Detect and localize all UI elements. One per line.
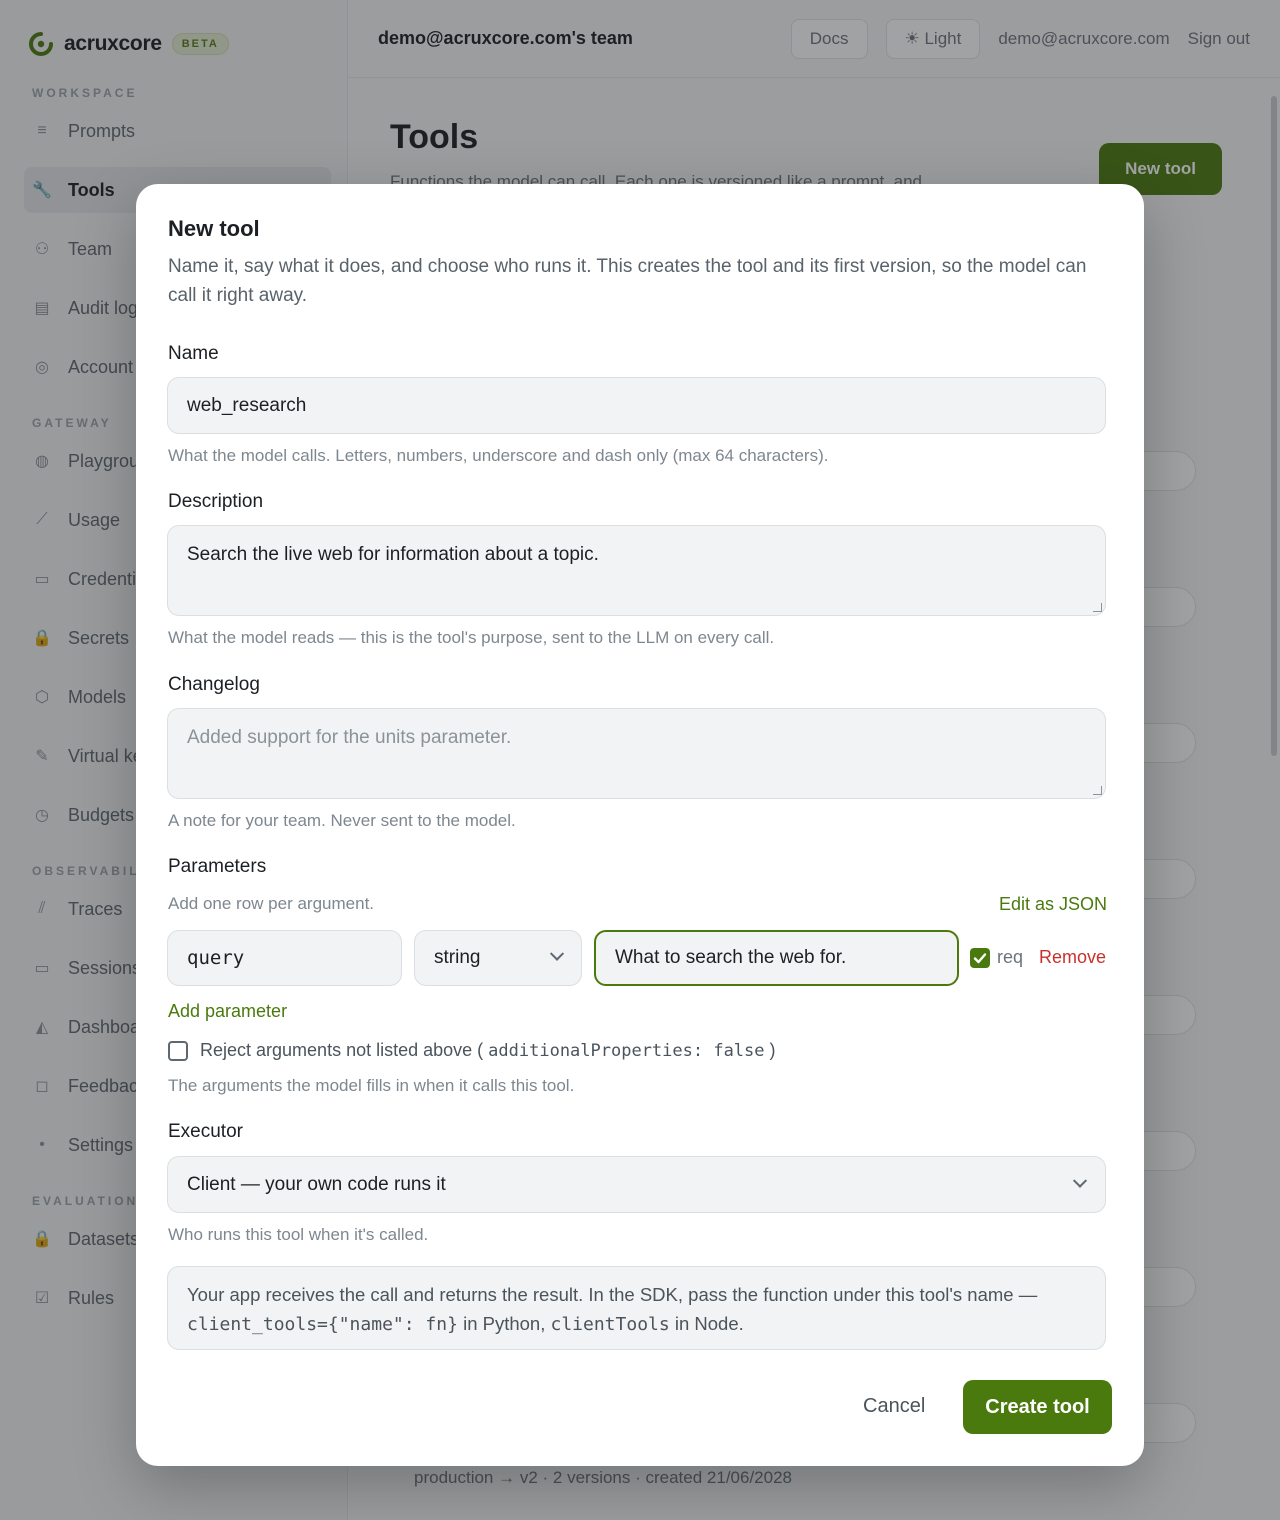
- parameter-type-select[interactable]: string: [414, 930, 582, 986]
- executor-hint: Who runs this tool when it's called.: [168, 1225, 429, 1244]
- new-tool-dialog: New tool Name it, say what it does, and …: [136, 184, 1144, 1466]
- code-snippet-node: clientTools: [550, 1314, 670, 1335]
- description-textarea[interactable]: Search the live web for information abou…: [167, 525, 1106, 616]
- required-checkbox[interactable]: [970, 947, 990, 968]
- changelog-placeholder: Added support for the units parameter.: [187, 727, 512, 748]
- changelog-label: Changelog: [168, 674, 260, 695]
- parameter-row: query string What to search the web for.…: [167, 930, 1106, 986]
- changelog-textarea[interactable]: Added support for the units parameter.: [167, 708, 1106, 799]
- parameter-name-value: query: [187, 947, 245, 969]
- required-label: req: [997, 947, 1024, 967]
- executor-select[interactable]: Client — your own code runs it: [167, 1156, 1106, 1213]
- chevron-down-icon: [549, 946, 565, 961]
- name-hint: What the model calls. Letters, numbers, …: [168, 446, 829, 465]
- edit-as-json-link[interactable]: Edit as JSON: [999, 894, 1107, 915]
- parameter-description-input[interactable]: What to search the web for.: [594, 930, 959, 986]
- parameter-type-value: string: [434, 947, 481, 968]
- name-input[interactable]: web_research: [167, 377, 1106, 434]
- changelog-hint: A note for your team. Never sent to the …: [168, 811, 516, 830]
- description-value: Search the live web for information abou…: [187, 544, 599, 565]
- remove-parameter-link[interactable]: Remove: [1039, 947, 1106, 968]
- parameter-description-value: What to search the web for.: [615, 947, 847, 968]
- dialog-title: New tool: [168, 216, 260, 241]
- dialog-subtitle: Name it, say what it does, and choose wh…: [168, 256, 1087, 306]
- resize-handle-icon[interactable]: [1093, 786, 1102, 795]
- required-toggle[interactable]: req: [970, 947, 1023, 968]
- parameters-footer-hint: The arguments the model fills in when it…: [168, 1076, 575, 1095]
- create-tool-button[interactable]: Create tool: [963, 1380, 1112, 1434]
- code-snippet-python: client_tools={"name": fn}: [187, 1314, 458, 1335]
- description-hint: What the model reads — this is the tool'…: [168, 628, 775, 647]
- parameters-label: Parameters: [168, 856, 267, 877]
- executor-value: Client — your own code runs it: [187, 1173, 446, 1195]
- parameters-hint: Add one row per argument.: [168, 894, 375, 913]
- name-value: web_research: [187, 394, 307, 416]
- chevron-down-icon: [1072, 1173, 1088, 1188]
- reject-label: Reject arguments not listed above ( addi…: [200, 1040, 776, 1061]
- description-label: Description: [168, 491, 264, 512]
- resize-handle-icon[interactable]: [1093, 603, 1102, 612]
- executor-info-note: Your app receives the call and returns t…: [167, 1266, 1106, 1350]
- name-label: Name: [168, 343, 219, 364]
- reject-code: additionalProperties: false: [488, 1041, 765, 1061]
- cancel-button[interactable]: Cancel: [863, 1395, 925, 1418]
- add-parameter-link[interactable]: Add parameter: [168, 1001, 287, 1022]
- reject-extra-checkbox[interactable]: [168, 1040, 188, 1061]
- parameter-name-input[interactable]: query: [167, 930, 402, 986]
- check-icon: [973, 952, 987, 963]
- executor-label: Executor: [168, 1121, 243, 1142]
- reject-extra-args[interactable]: Reject arguments not listed above ( addi…: [168, 1040, 776, 1061]
